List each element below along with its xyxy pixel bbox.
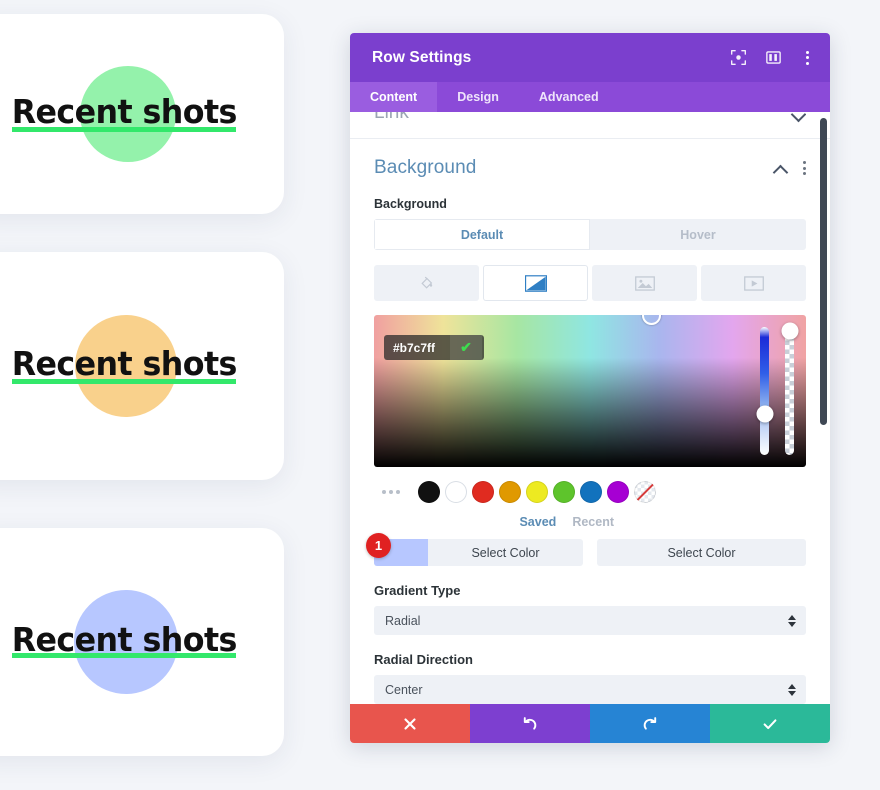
tab-saved[interactable]: Saved [519, 515, 556, 529]
background-type-color[interactable] [374, 265, 479, 301]
cancel-button[interactable] [350, 704, 470, 743]
link-section-title: Link [374, 112, 409, 123]
background-type-buttons [374, 265, 806, 301]
panel-tabs: Content Design Advanced [350, 82, 830, 112]
gradient-stops: 1 Select Color Select Color [366, 533, 806, 566]
background-section-title: Background [374, 157, 477, 178]
card-underline [12, 127, 236, 132]
background-field-label: Background [374, 197, 447, 211]
background-type-video[interactable] [701, 265, 806, 301]
tab-recent[interactable]: Recent [572, 515, 614, 529]
chevron-up-icon[interactable] [774, 164, 788, 173]
preview-card[interactable]: Recent shots [0, 252, 284, 480]
preview-cards: Recent shots Recent shots Recent shots [0, 0, 294, 790]
color-fill-icon [420, 276, 432, 289]
swatch-transparent[interactable] [634, 481, 656, 503]
hue-slider[interactable] [756, 327, 773, 455]
gradient-icon [524, 274, 547, 292]
swatch-white[interactable] [445, 481, 467, 503]
state-default[interactable]: Default [374, 219, 590, 250]
link-section-clipped[interactable]: Link [374, 112, 806, 138]
card-underline [12, 379, 236, 384]
chevron-down-icon[interactable] [792, 112, 806, 118]
tab-design[interactable]: Design [437, 82, 519, 112]
hue-slider-handle[interactable] [756, 405, 773, 423]
tab-content[interactable]: Content [350, 82, 438, 112]
panel-scroll-area: Link Background Background Default Hover… [350, 112, 830, 704]
gradient-stop-2: Select Color [597, 539, 806, 566]
gradient-type-select[interactable]: Radial [374, 606, 806, 635]
undo-icon [523, 716, 537, 730]
panel-title: Row Settings [372, 48, 472, 66]
gradient-stop-badge: 1 [366, 533, 391, 558]
preview-card[interactable]: Recent shots [0, 528, 284, 756]
swatch-tabs: Saved Recent [374, 507, 806, 539]
redo-button[interactable] [590, 704, 710, 743]
more-swatches-icon[interactable] [382, 490, 400, 494]
gradient-stop-1-select[interactable]: Select Color [428, 539, 583, 566]
row-settings-panel: Row Settings Content Design Advanced Lin… [350, 33, 830, 743]
hex-input[interactable] [384, 340, 450, 355]
alpha-slider[interactable] [781, 322, 798, 455]
radial-direction-label: Radial Direction [374, 652, 473, 667]
panel-scrollbar-thumb[interactable] [820, 118, 827, 425]
select-stepper-icon [788, 614, 796, 627]
card-underline [12, 653, 236, 658]
panel-header: Row Settings [350, 33, 830, 82]
color-picker-area[interactable]: ✔ [374, 315, 806, 467]
check-icon [763, 718, 777, 729]
panel-footer [350, 704, 830, 743]
swatch-orange[interactable] [499, 481, 521, 503]
background-section-header: Background [374, 139, 806, 193]
color-swatches [374, 479, 806, 507]
tab-advanced[interactable]: Advanced [519, 82, 619, 112]
undo-button[interactable] [470, 704, 590, 743]
save-button[interactable] [710, 704, 830, 743]
background-type-gradient[interactable] [483, 265, 588, 301]
target-icon[interactable] [730, 49, 747, 66]
gradient-type-label: Gradient Type [374, 583, 461, 598]
radial-direction-select-wrap: Center [374, 675, 806, 704]
picker-cursor-handle[interactable] [642, 315, 661, 325]
hex-confirm-button[interactable]: ✔ [450, 335, 482, 360]
close-icon [404, 717, 416, 730]
check-icon: ✔ [460, 339, 472, 355]
swatch-black[interactable] [418, 481, 440, 503]
hex-input-group: ✔ [384, 335, 484, 360]
layout-columns-icon[interactable] [765, 49, 782, 66]
section-more-icon[interactable] [802, 161, 806, 175]
swatch-red[interactable] [472, 481, 494, 503]
more-vertical-icon[interactable] [800, 50, 814, 65]
gradient-type-select-wrap: Radial [374, 606, 806, 635]
alpha-slider-handle[interactable] [781, 322, 798, 340]
screen-root: Recent shots Recent shots Recent shots R… [0, 0, 880, 790]
state-hover[interactable]: Hover [590, 219, 806, 250]
redo-icon [643, 716, 657, 730]
state-toggle: Default Hover [374, 219, 806, 250]
select-stepper-icon [788, 683, 796, 696]
preview-card[interactable]: Recent shots [0, 14, 284, 214]
video-icon [743, 275, 764, 291]
swatch-yellow[interactable] [526, 481, 548, 503]
swatch-purple[interactable] [607, 481, 629, 503]
gradient-stop-1: Select Color [374, 539, 583, 566]
swatch-green[interactable] [553, 481, 575, 503]
swatch-blue[interactable] [580, 481, 602, 503]
gradient-stop-2-select[interactable]: Select Color [597, 539, 806, 566]
image-icon [634, 275, 655, 291]
background-type-image[interactable] [592, 265, 697, 301]
radial-direction-select[interactable]: Center [374, 675, 806, 704]
